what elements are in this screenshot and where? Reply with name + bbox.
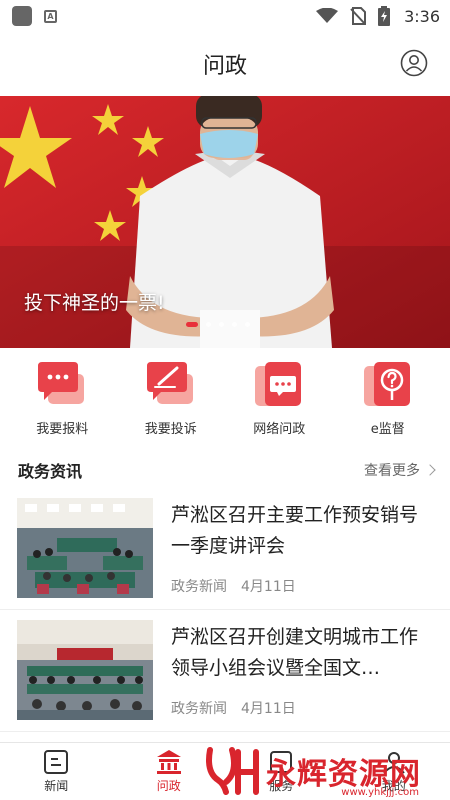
carousel-dot[interactable]: [206, 322, 211, 327]
bottom-navigation: 新闻 问政 服务 我的: [0, 742, 450, 800]
nav-wenzheng[interactable]: 问政: [124, 749, 214, 794]
quick-action-inquiry[interactable]: 网络问政: [229, 360, 329, 448]
carousel-dot[interactable]: [232, 322, 237, 327]
quick-action-complain[interactable]: 我要投诉: [121, 360, 221, 448]
news-list-item[interactable]: 芦淞区召开创建文明城市工作领导小组会议暨全国文… 政务新闻 4月11日: [0, 610, 450, 732]
pen-chat-icon: [146, 362, 193, 404]
carousel-indicator: [186, 322, 250, 327]
chevron-right-icon: [424, 464, 436, 476]
news-icon: [44, 750, 69, 774]
banner-caption: 投下神圣的一票!: [24, 292, 165, 314]
quick-action-supervise[interactable]: e监督: [338, 360, 438, 448]
carousel-dot[interactable]: [245, 322, 250, 327]
nav-label: 服务: [269, 779, 294, 793]
see-more-link[interactable]: 查看更多: [364, 460, 436, 480]
news-date: 4月11日: [241, 579, 296, 595]
quick-action-label: e监督: [370, 422, 405, 437]
see-more-label: 查看更多: [364, 463, 420, 479]
app-screen: A 3:36 问政 投下神圣的一票! 我要报料 我要投诉 网络问政 e监督 政务…: [0, 0, 450, 800]
quick-actions: 我要报料 我要投诉 网络问政 e监督: [0, 348, 450, 448]
nav-label: 问政: [156, 779, 181, 793]
status-bar: A 3:36: [0, 0, 450, 32]
wifi-icon: [316, 8, 339, 23]
carousel-dot[interactable]: [186, 322, 198, 327]
news-category: 政务新闻: [171, 579, 227, 595]
no-sim-icon: [350, 7, 367, 25]
news-list-item[interactable]: 芦淞区召开主要工作预安销号一季度讲评会 政务新闻 4月11日: [0, 488, 450, 610]
section-header: 政务资讯 查看更多: [0, 452, 450, 488]
clock: 3:36: [404, 6, 440, 26]
page-title: 问政: [202, 54, 247, 79]
news-title: 芦淞区召开主要工作预安销号一季度讲评会: [171, 504, 419, 557]
question-pin-icon: [363, 362, 410, 406]
section-title: 政务资讯: [18, 462, 83, 481]
nav-label: 我的: [381, 779, 406, 793]
notification-app-icon: [12, 6, 32, 26]
nav-label: 新闻: [44, 779, 69, 793]
quick-action-label: 我要投诉: [144, 422, 197, 437]
nav-mine[interactable]: 我的: [349, 749, 439, 794]
quick-action-report[interactable]: 我要报料: [12, 360, 112, 448]
banner-carousel[interactable]: 投下神圣的一票!: [0, 96, 450, 348]
quick-action-label: 网络问政: [253, 422, 306, 437]
news-thumbnail: [17, 620, 153, 720]
app-header: 问政: [0, 32, 450, 96]
quick-action-label: 我要报料: [36, 422, 89, 437]
user-icon: [382, 752, 405, 774]
news-title: 芦淞区召开创建文明城市工作领导小组会议暨全国文…: [171, 626, 419, 679]
nav-news[interactable]: 新闻: [11, 749, 101, 794]
profile-icon[interactable]: [400, 49, 428, 77]
battery-charging-icon: [378, 6, 391, 26]
news-thumbnail: [17, 498, 153, 598]
carousel-dot[interactable]: [219, 322, 224, 327]
news-category: 政务新闻: [171, 701, 227, 717]
service-icon: [270, 751, 293, 773]
news-date: 4月11日: [241, 701, 296, 717]
nav-service[interactable]: 服务: [236, 749, 326, 794]
government-building-icon: [156, 750, 181, 774]
notification-a-icon: A: [44, 9, 57, 23]
message-dots-icon: [255, 362, 302, 406]
chat-dots-icon: [38, 362, 85, 404]
